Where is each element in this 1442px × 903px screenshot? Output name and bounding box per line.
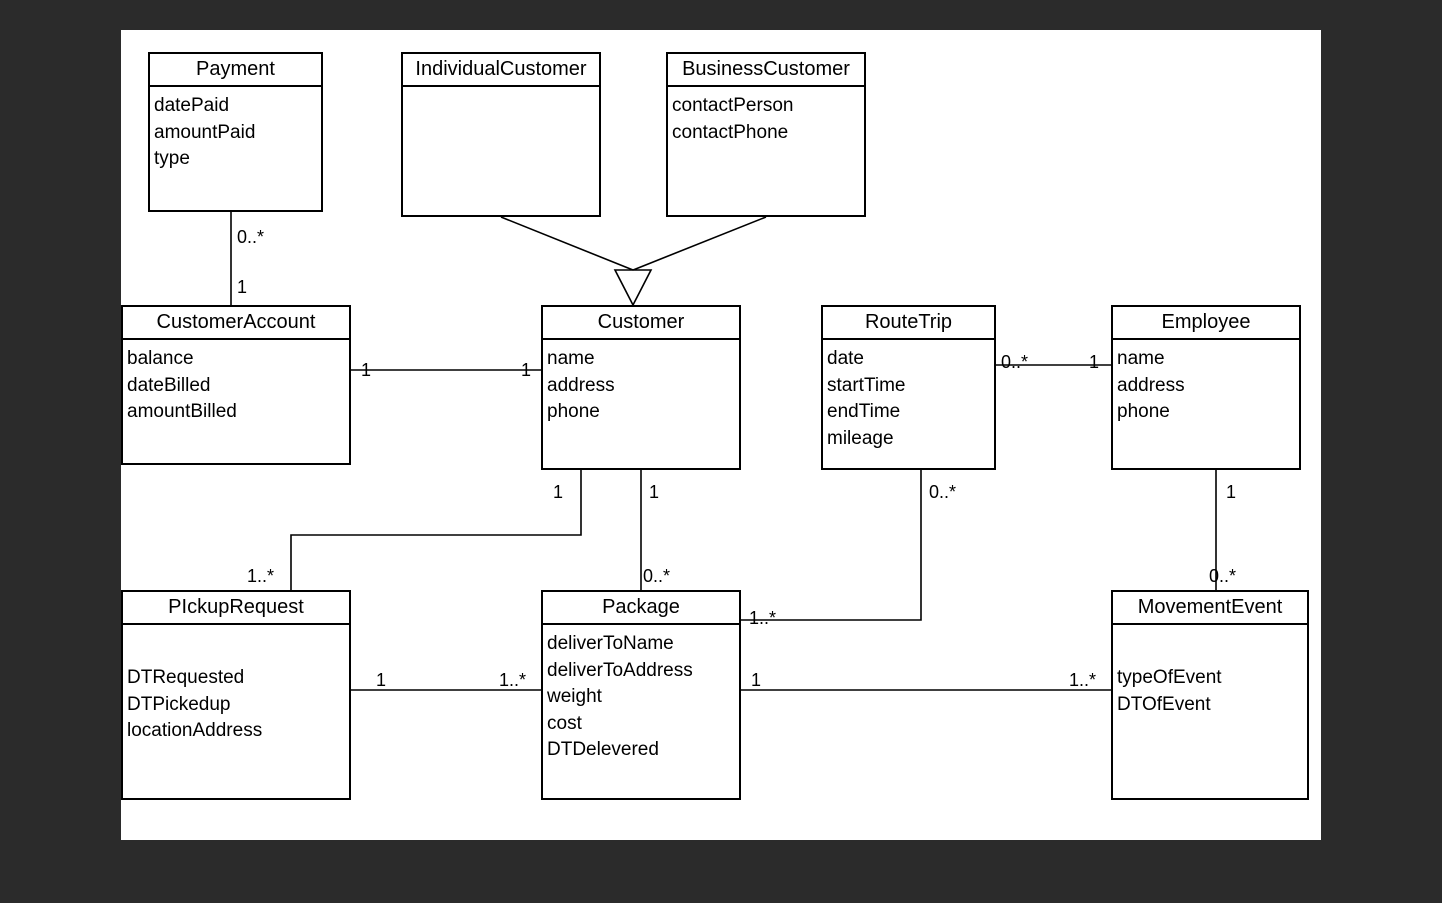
- class-customer: Customer name address phone: [541, 305, 741, 470]
- class-employee: Employee name address phone: [1111, 305, 1301, 470]
- class-name: BusinessCustomer: [668, 54, 864, 87]
- class-route-trip: RouteTrip date startTime endTime mileage: [821, 305, 996, 470]
- mult: 1: [237, 277, 247, 298]
- class-name: PIckupRequest: [123, 592, 349, 625]
- class-attrs: name address phone: [1113, 340, 1299, 434]
- class-attrs: DTRequested DTPickedup locationAddress: [123, 625, 349, 753]
- class-name: MovementEvent: [1113, 592, 1307, 625]
- mult: 1..*: [247, 566, 274, 587]
- class-attrs: contactPerson contactPhone: [668, 87, 864, 154]
- class-attrs: [403, 87, 599, 101]
- class-package: Package deliverToName deliverToAddress w…: [541, 590, 741, 800]
- mult: 1..*: [499, 670, 526, 691]
- class-name: Package: [543, 592, 739, 625]
- class-name: Customer: [543, 307, 739, 340]
- mult: 0..*: [1001, 352, 1028, 373]
- class-customer-account: CustomerAccount balance dateBilled amoun…: [121, 305, 351, 465]
- class-name: Payment: [150, 54, 321, 87]
- mult: 1..*: [1069, 670, 1096, 691]
- mult: 1: [751, 670, 761, 691]
- class-name: IndividualCustomer: [403, 54, 599, 87]
- class-individual-customer: IndividualCustomer: [401, 52, 601, 217]
- class-movement-event: MovementEvent typeOfEvent DTOfEvent: [1111, 590, 1309, 800]
- mult: 1: [553, 482, 563, 503]
- mult: 0..*: [929, 482, 956, 503]
- mult: 1: [361, 360, 371, 381]
- class-attrs: name address phone: [543, 340, 739, 434]
- mult: 1..*: [749, 608, 776, 629]
- class-attrs: balance dateBilled amountBilled: [123, 340, 349, 434]
- class-attrs: date startTime endTime mileage: [823, 340, 994, 460]
- mult: 1: [649, 482, 659, 503]
- class-name: RouteTrip: [823, 307, 994, 340]
- mult: 1: [1089, 352, 1099, 373]
- class-pickup-request: PIckupRequest DTRequested DTPickedup loc…: [121, 590, 351, 800]
- mult: 1: [521, 360, 531, 381]
- class-attrs: datePaid amountPaid type: [150, 87, 321, 181]
- class-business-customer: BusinessCustomer contactPerson contactPh…: [666, 52, 866, 217]
- mult: 0..*: [237, 227, 264, 248]
- diagram-canvas: Payment datePaid amountPaid type Individ…: [121, 30, 1321, 840]
- mult: 0..*: [1209, 566, 1236, 587]
- mult: 0..*: [643, 566, 670, 587]
- class-attrs: deliverToName deliverToAddress weight co…: [543, 625, 739, 772]
- class-name: Employee: [1113, 307, 1299, 340]
- mult: 1: [1226, 482, 1236, 503]
- class-name: CustomerAccount: [123, 307, 349, 340]
- class-attrs: typeOfEvent DTOfEvent: [1113, 625, 1307, 726]
- class-payment: Payment datePaid amountPaid type: [148, 52, 323, 212]
- mult: 1: [376, 670, 386, 691]
